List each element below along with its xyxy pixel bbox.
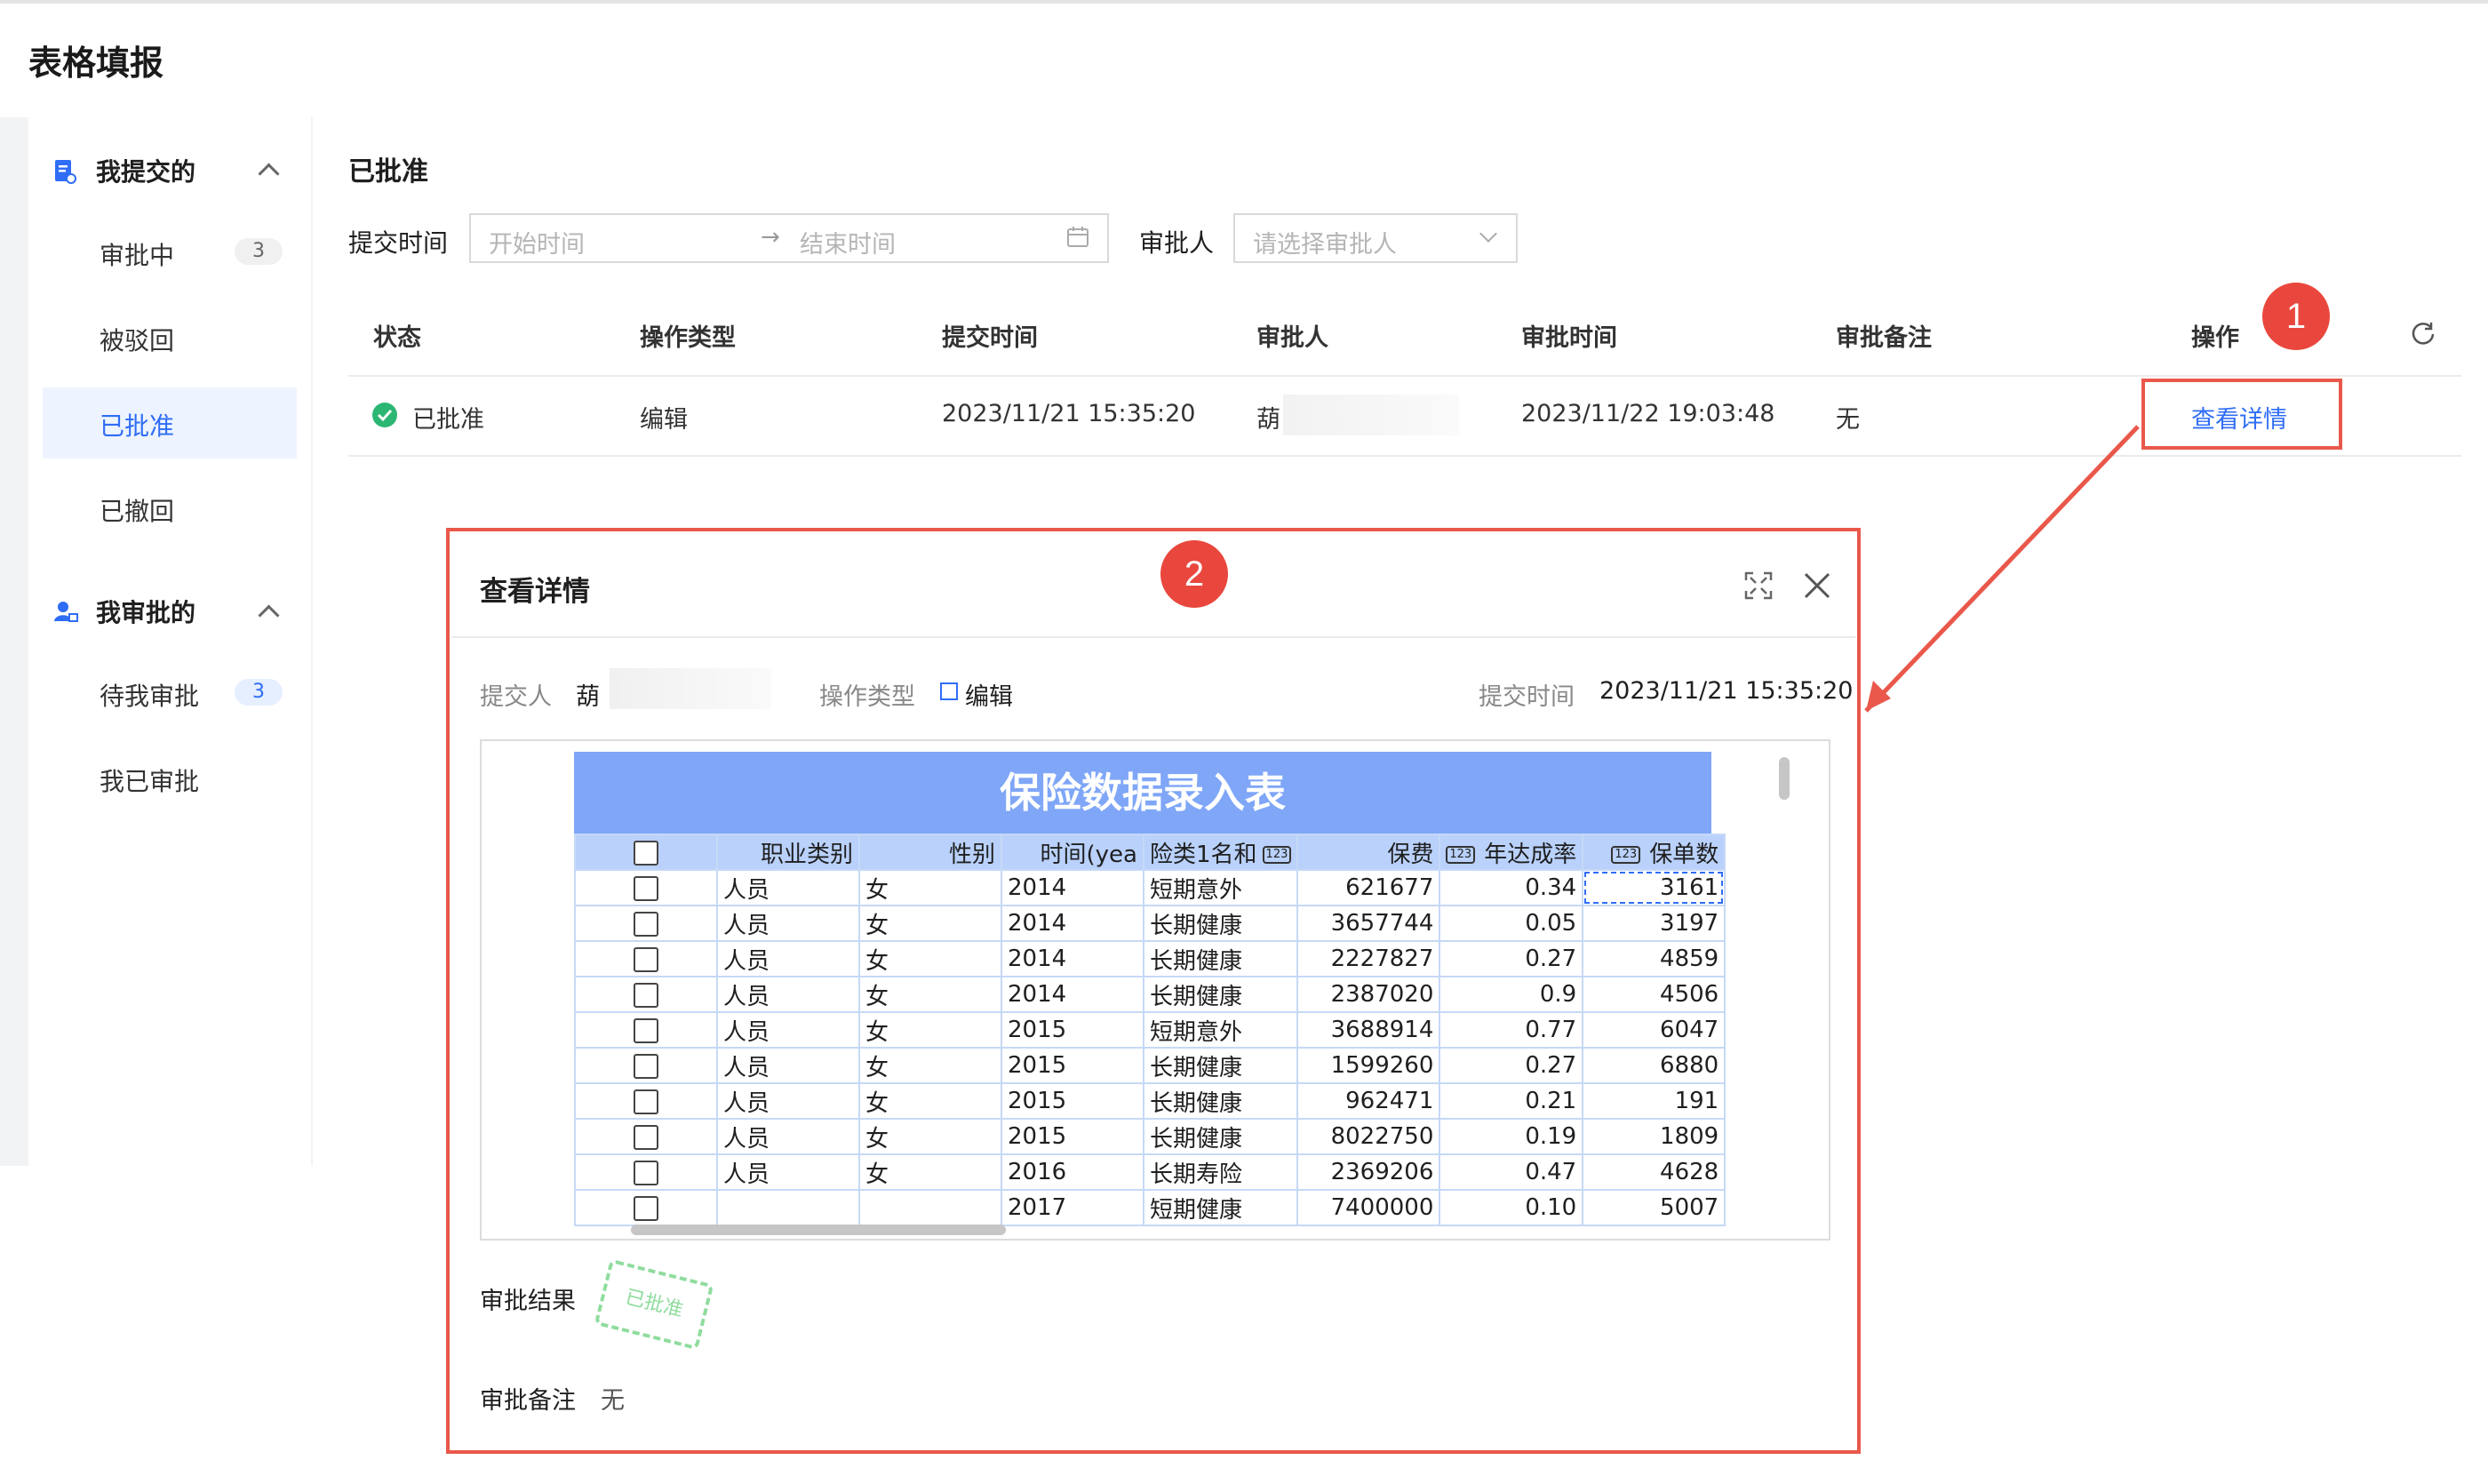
status-text: 已批准: [412, 406, 484, 434]
sidebar-item-to-review[interactable]: 待我审批: [100, 677, 199, 713]
sidebar: 我提交的 审批中 3 被驳回 已批准 已撤回 我审批的 待我审批 3 我已审批: [28, 117, 311, 1166]
approver-label: 审批人: [1139, 228, 1215, 258]
submitted-group-label: 我提交的: [96, 157, 196, 187]
to-review-count-badge: 3: [235, 679, 283, 706]
sidebar-item-reviewed[interactable]: 我已审批: [100, 762, 199, 798]
approver-select[interactable]: 请选择审批人: [1233, 213, 1518, 263]
col-remark: 审批备注: [1836, 324, 1932, 352]
col-op-type: 操作类型: [640, 324, 736, 352]
document-icon: [53, 159, 76, 184]
approver-placeholder: 请选择审批人: [1253, 231, 1397, 259]
header-divider: [348, 375, 2461, 377]
calendar-icon[interactable]: [1066, 226, 1089, 252]
col-approve-time: 审批时间: [1521, 324, 1617, 352]
end-time-placeholder[interactable]: 结束时间: [800, 225, 896, 259]
review-group-header[interactable]: 我审批的: [53, 594, 195, 629]
section-title: 已批准: [348, 156, 428, 187]
date-range-picker[interactable]: 开始时间 → 结束时间: [469, 213, 1109, 263]
user-approve-icon: [53, 600, 78, 623]
annotation-marker-2: 2: [1160, 540, 1228, 608]
check-circle-icon: [371, 402, 398, 432]
chevron-down-icon: [1479, 225, 1497, 243]
blurred-name: [1283, 395, 1459, 435]
submit-time-label: 提交时间: [348, 228, 449, 258]
highlight-box-dialog: [446, 528, 1861, 1454]
approve-time-cell: 2023/11/22 19:03:48: [1521, 400, 1775, 427]
col-submit-time: 提交时间: [942, 324, 1038, 352]
annotation-marker-1: 1: [2262, 283, 2330, 350]
chevron-up-icon[interactable]: [258, 604, 280, 626]
col-action: 操作: [2191, 324, 2239, 352]
highlight-box-action: [2141, 379, 2342, 450]
review-group-label: 我审批的: [96, 598, 196, 627]
pending-count-badge: 3: [235, 238, 283, 265]
col-status: 状态: [373, 324, 421, 352]
start-time-placeholder[interactable]: 开始时间: [489, 225, 585, 259]
arrow-right-icon: →: [761, 224, 780, 251]
refresh-icon[interactable]: [2410, 320, 2436, 350]
top-border: [0, 0, 2488, 4]
op-type-cell: 编辑: [640, 406, 688, 434]
sidebar-item-withdrawn[interactable]: 已撤回: [100, 492, 174, 528]
col-approver: 审批人: [1256, 324, 1328, 352]
sidebar-item-approved[interactable]: 已批准: [100, 407, 174, 443]
page-title: 表格填报: [28, 44, 164, 83]
submitted-group-header[interactable]: 我提交的: [53, 153, 195, 188]
approver-cell: 葫: [1256, 406, 1280, 434]
sidebar-item-pending[interactable]: 审批中: [100, 236, 174, 272]
annotation-arrow: [1864, 425, 2140, 713]
chevron-up-icon[interactable]: [258, 163, 280, 185]
sidebar-item-rejected[interactable]: 被驳回: [100, 322, 174, 357]
submit-time-cell: 2023/11/21 15:35:20: [942, 400, 1196, 427]
